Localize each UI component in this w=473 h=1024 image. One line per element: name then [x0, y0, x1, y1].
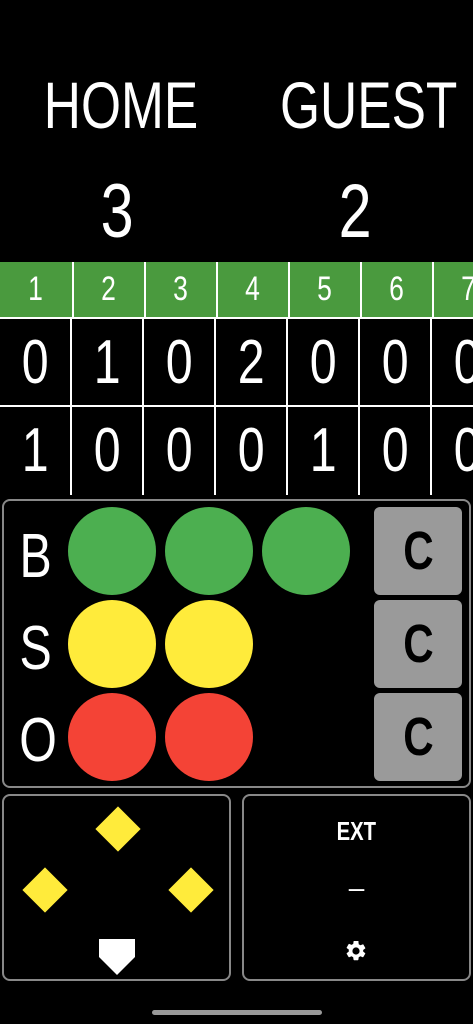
outs-label: O: [14, 701, 58, 781]
inning-score-text: 0: [454, 415, 473, 486]
ext-value-text: –: [348, 872, 365, 903]
home-inning-score[interactable]: 1: [72, 319, 142, 405]
inning-number: 1: [0, 262, 70, 317]
home-inning-score[interactable]: 0: [432, 319, 473, 405]
innings-grid: 1 2 3 4 5 6 7 0 1 0 2 0 0 0 1 0 0 0 1 0 …: [0, 262, 473, 495]
strike-dot[interactable]: [68, 600, 156, 688]
guest-inning-score[interactable]: 1: [0, 407, 70, 493]
inning-number: 5: [288, 262, 358, 317]
guest-team-label-text: GUEST: [280, 68, 458, 142]
home-indicator[interactable]: [152, 1010, 322, 1015]
guest-inning-score[interactable]: 0: [360, 407, 430, 493]
count-panel: B S O C C C: [2, 499, 471, 788]
inning-number-text: 4: [244, 270, 260, 308]
third-base[interactable]: [22, 867, 68, 913]
inning-score-text: 0: [93, 415, 121, 485]
strikes-label: S: [14, 609, 58, 689]
clear-label: C: [402, 707, 434, 767]
inning-score-text: 1: [93, 327, 121, 397]
inning-score-text: 1: [309, 415, 337, 485]
second-base[interactable]: [95, 806, 141, 852]
grid-divider: [358, 317, 360, 495]
strike-dot[interactable]: [165, 600, 253, 688]
home-score[interactable]: 3: [60, 172, 175, 252]
guest-inning-score[interactable]: 0: [72, 407, 142, 493]
guest-score-text: 2: [339, 169, 372, 254]
clear-strikes-button[interactable]: C: [374, 600, 462, 688]
grid-divider: [430, 317, 432, 495]
bases-panel: [2, 794, 231, 981]
ball-dot[interactable]: [165, 507, 253, 595]
home-team-label-text: HOME: [43, 68, 199, 142]
out-dot[interactable]: [68, 693, 156, 781]
inning-score-text: 0: [21, 327, 49, 397]
home-score-text: 3: [101, 169, 134, 254]
inning-number-text: 5: [316, 270, 332, 308]
ball-dot[interactable]: [68, 507, 156, 595]
home-inning-score[interactable]: 2: [216, 319, 286, 405]
guest-inning-score[interactable]: 0: [144, 407, 214, 493]
out-dot[interactable]: [165, 693, 253, 781]
inning-number: 3: [144, 262, 214, 317]
guest-inning-score[interactable]: 0: [216, 407, 286, 493]
inning-score-text: 0: [165, 327, 193, 397]
inning-score-text: 1: [21, 415, 49, 485]
home-inning-score[interactable]: 0: [144, 319, 214, 405]
home-inning-score[interactable]: 0: [360, 319, 430, 405]
inning-score-text: 0: [454, 327, 473, 398]
ext-value: –: [244, 872, 469, 904]
clear-balls-button[interactable]: C: [374, 507, 462, 595]
inning-score-text: 0: [237, 415, 265, 485]
home-plate-icon: [99, 939, 135, 975]
clear-outs-button[interactable]: C: [374, 693, 462, 781]
grid-divider: [214, 317, 216, 495]
inning-number-text: 2: [100, 270, 116, 308]
inning-score-text: 0: [381, 327, 409, 397]
inning-number: 2: [72, 262, 142, 317]
clear-label: C: [402, 521, 434, 581]
grid-divider: [142, 317, 144, 495]
ext-label: EXT: [244, 816, 469, 847]
grid-divider: [286, 317, 288, 495]
inning-number-text: 3: [172, 270, 188, 308]
inning-score-text: 0: [165, 415, 193, 485]
inning-score-text: 2: [237, 327, 265, 397]
inning-number-row: 1 2 3 4 5 6 7: [0, 262, 473, 317]
inning-score-text: 0: [309, 327, 337, 397]
ball-dot[interactable]: [262, 507, 350, 595]
inning-number: 7: [432, 262, 473, 317]
home-team-label: HOME: [22, 70, 217, 140]
inning-number: 6: [360, 262, 430, 317]
clear-label: C: [402, 614, 434, 674]
inning-number-text: 7: [461, 270, 473, 309]
guest-inning-score[interactable]: 1: [288, 407, 358, 493]
home-inning-score[interactable]: 0: [0, 319, 70, 405]
inning-score-text: 0: [381, 415, 409, 485]
balls-label: B: [14, 517, 58, 597]
balls-label-text: B: [19, 522, 53, 591]
outs-label-text: O: [19, 706, 57, 775]
inning-number: 4: [216, 262, 286, 317]
inning-number-text: 6: [388, 270, 404, 308]
extra-panel[interactable]: EXT –: [242, 794, 471, 981]
guest-team-label: GUEST: [255, 68, 458, 142]
strikes-label-text: S: [19, 614, 53, 683]
first-base[interactable]: [168, 867, 214, 913]
guest-score[interactable]: 2: [298, 172, 413, 252]
guest-inning-score[interactable]: 0: [432, 407, 473, 493]
home-inning-score[interactable]: 0: [288, 319, 358, 405]
inning-number-text: 1: [27, 270, 43, 308]
grid-divider: [70, 317, 72, 495]
gear-icon[interactable]: [344, 939, 368, 963]
ext-label-text: EXT: [336, 816, 377, 846]
